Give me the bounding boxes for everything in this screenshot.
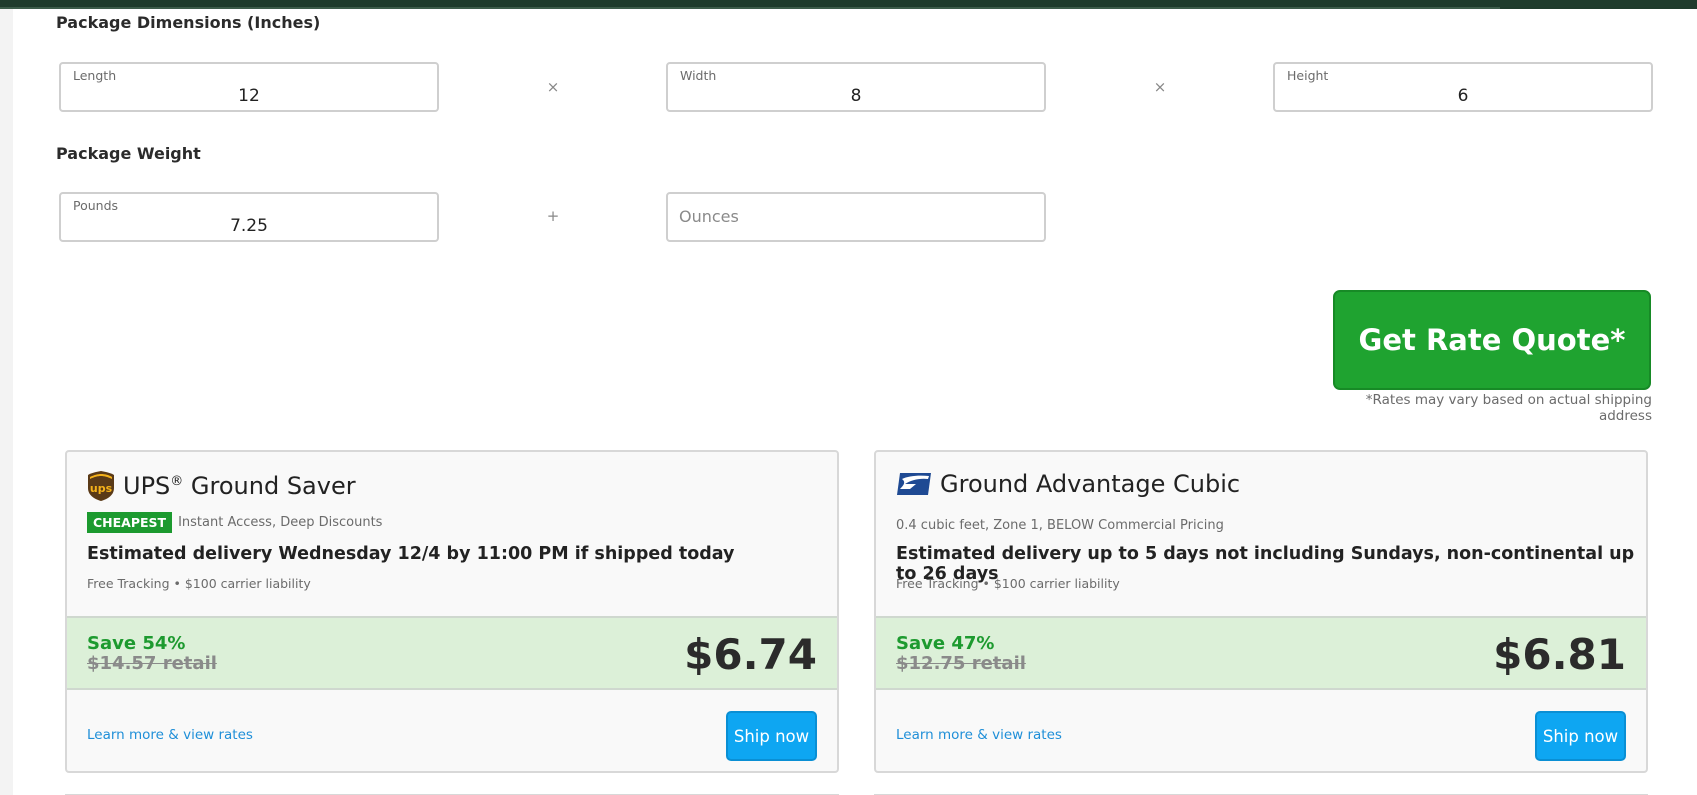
- service-name: Ground Saver: [183, 472, 356, 500]
- svg-text:ups: ups: [90, 482, 113, 495]
- cubic-pricing-note: 0.4 cubic feet, Zone 1, BELOW Commercial…: [896, 518, 1224, 533]
- learn-more-link[interactable]: Learn more & view rates: [896, 727, 1062, 743]
- save-percent: Save 47%: [896, 633, 995, 654]
- pounds-field[interactable]: Pounds 7.25: [59, 192, 439, 242]
- save-percent: Save 54%: [87, 633, 186, 654]
- get-rate-quote-button[interactable]: Get Rate Quote*: [1333, 290, 1651, 390]
- savings-band: Save 54% $14.57 retail $6.74: [67, 616, 837, 690]
- times-symbol: ×: [546, 78, 560, 96]
- ups-logo-icon: ups: [88, 471, 114, 501]
- rate-card-usps: Ground Advantage Cubic 0.4 cubic feet, Z…: [874, 450, 1648, 773]
- plus-symbol: +: [546, 207, 560, 225]
- card-header: ups UPS® Ground Saver: [87, 470, 356, 502]
- features-note: Free Tracking • $100 carrier liability: [87, 576, 311, 591]
- length-value[interactable]: 12: [61, 86, 437, 106]
- times-symbol: ×: [1153, 78, 1167, 96]
- carrier-name: UPS: [123, 472, 171, 500]
- weight-section-title: Package Weight: [56, 144, 201, 163]
- rate-price: $6.74: [684, 630, 817, 679]
- learn-more-link[interactable]: Learn more & view rates: [87, 727, 253, 743]
- features-note: Free Tracking • $100 carrier liability: [896, 576, 1120, 591]
- width-field[interactable]: Width 8: [666, 62, 1046, 112]
- badge-row: CHEAPEST Instant Access, Deep Discounts: [87, 512, 382, 533]
- retail-price: $14.57 retail: [87, 653, 217, 674]
- height-field[interactable]: Height 6: [1273, 62, 1653, 112]
- delivery-estimate: Estimated delivery Wednesday 12/4 by 11:…: [87, 544, 735, 564]
- cheapest-badge: CHEAPEST: [87, 512, 173, 533]
- length-field[interactable]: Length 12: [59, 62, 439, 112]
- height-label: Height: [1287, 68, 1329, 83]
- pounds-value[interactable]: 7.25: [61, 216, 437, 236]
- dimensions-section-title: Package Dimensions (Inches): [56, 13, 321, 32]
- ounces-field[interactable]: Ounces: [666, 192, 1046, 242]
- rate-card-ups: ups UPS® Ground Saver CHEAPEST Instant A…: [65, 450, 839, 773]
- ship-now-button[interactable]: Ship now: [726, 711, 817, 761]
- card-header: Ground Advantage Cubic: [896, 470, 1240, 498]
- width-label: Width: [680, 68, 717, 83]
- ounces-placeholder[interactable]: Ounces: [679, 207, 739, 226]
- badge-note: Instant Access, Deep Discounts: [178, 515, 383, 530]
- pounds-label: Pounds: [73, 198, 119, 213]
- rate-price: $6.81: [1493, 630, 1626, 679]
- height-value[interactable]: 6: [1275, 86, 1651, 106]
- retail-price: $12.75 retail: [896, 653, 1026, 674]
- registered-mark: ®: [170, 474, 184, 489]
- browser-top-bar: [0, 0, 1697, 9]
- usps-eagle-icon: [897, 473, 931, 495]
- rates-disclaimer: *Rates may vary based on actual shipping…: [1365, 392, 1652, 424]
- width-value[interactable]: 8: [668, 86, 1044, 106]
- card-title: UPS® Ground Saver: [123, 472, 356, 500]
- rate-calculator-page: Package Dimensions (Inches) Length 12 × …: [13, 9, 1697, 795]
- card-title: Ground Advantage Cubic: [940, 470, 1241, 498]
- ship-now-button[interactable]: Ship now: [1535, 711, 1626, 761]
- savings-band: Save 47% $12.75 retail $6.81: [876, 616, 1646, 690]
- length-label: Length: [73, 68, 117, 83]
